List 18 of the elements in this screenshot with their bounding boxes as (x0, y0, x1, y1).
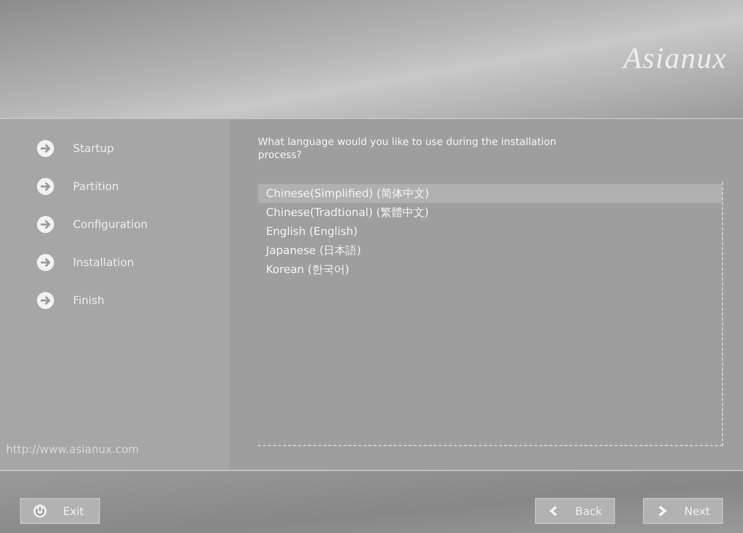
power-icon (33, 504, 47, 518)
step-label: Finish (73, 294, 104, 307)
step-label: Installation (73, 256, 134, 269)
language-item[interactable]: Chinese(Tradtional) (繁體中文) (258, 203, 722, 222)
language-item[interactable]: English (English) (258, 222, 722, 241)
language-item[interactable]: Japanese (日本語) (258, 241, 722, 260)
step-label: Startup (73, 142, 114, 155)
exit-button[interactable]: Exit (20, 498, 100, 524)
back-button[interactable]: Back (535, 498, 615, 524)
logo: Asianux (623, 42, 727, 76)
step-label: Configuration (73, 218, 148, 231)
next-button[interactable]: Next (643, 498, 723, 524)
language-item[interactable]: Chinese(Simplified) (简体中文) (258, 184, 722, 203)
question-text: What language would you like to use during the installation process? (258, 137, 558, 162)
step-label: Partition (73, 180, 119, 193)
chevron-left-icon (548, 504, 560, 518)
chevron-right-icon (656, 504, 668, 518)
language-item[interactable]: Korean (한국어) (258, 260, 722, 279)
